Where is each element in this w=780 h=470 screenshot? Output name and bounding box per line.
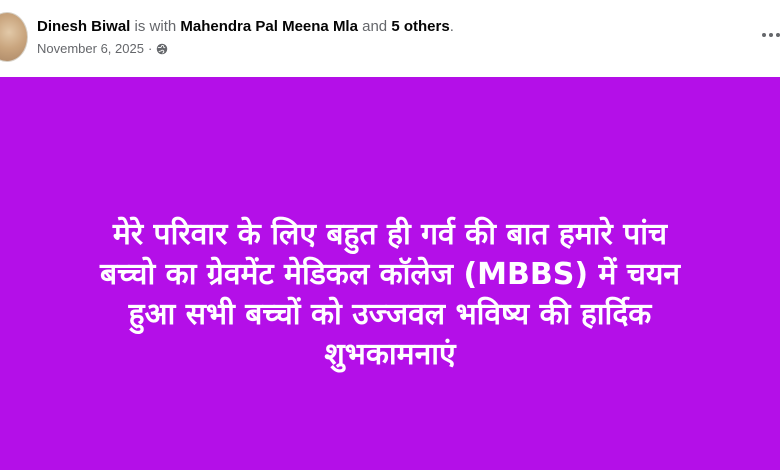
status-text: मेरे परिवार के लिए बहुत ही गर्व की बात ह… xyxy=(0,215,780,375)
post-meta: November 6, 2025 · xyxy=(37,40,168,58)
status-line: शुभकामनाएं xyxy=(324,337,456,372)
post-date-link[interactable]: November 6, 2025 xyxy=(37,40,144,58)
more-options-icon[interactable] xyxy=(762,24,780,46)
tagged-person-link[interactable]: Mahendra Pal Meena Mla xyxy=(180,18,358,35)
with-text: is with xyxy=(134,18,177,35)
status-card: मेरे परिवार के लिए बहुत ही गर्व की बात ह… xyxy=(0,77,780,470)
status-line: हुआ सभी बच्चों को उज्जवल भविष्य की हार्द… xyxy=(128,297,652,332)
post-header-title: Dinesh Biwal is with Mahendra Pal Meena … xyxy=(37,17,454,37)
author-avatar[interactable] xyxy=(0,12,28,62)
post-header: Dinesh Biwal is with Mahendra Pal Meena … xyxy=(0,0,780,77)
and-text: and xyxy=(362,18,388,35)
title-period: . xyxy=(449,18,454,35)
tagged-others-link[interactable]: 5 others xyxy=(391,18,449,35)
author-name-link[interactable]: Dinesh Biwal xyxy=(37,18,130,35)
globe-icon[interactable] xyxy=(156,43,168,55)
date-separator: · xyxy=(147,41,153,56)
status-line: मेरे परिवार के लिए बहुत ही गर्व की बात ह… xyxy=(112,217,668,252)
status-line: बच्चो का ग्रेवमेंट मेडिकल कॉलेज (MBBS) म… xyxy=(99,257,681,292)
